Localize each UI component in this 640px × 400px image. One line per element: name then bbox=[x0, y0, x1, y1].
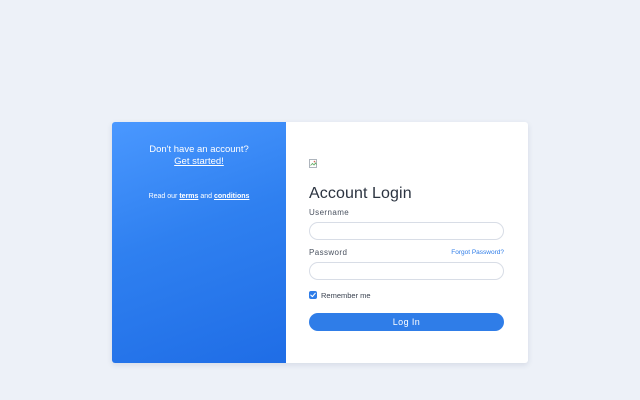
forgot-password-link[interactable]: Forgot Password? bbox=[451, 248, 504, 258]
checkmark-icon bbox=[310, 292, 316, 298]
signup-link-row: Get started! bbox=[112, 156, 286, 168]
signup-prompt: Don't have an account? bbox=[149, 144, 249, 155]
broken-image-icon bbox=[309, 155, 318, 168]
login-card: Don't have an account? Get started! Read… bbox=[112, 122, 528, 363]
conditions-link[interactable]: conditions bbox=[214, 193, 249, 200]
remember-me-checkbox[interactable] bbox=[309, 291, 317, 299]
remember-me-row: Remember me bbox=[309, 290, 371, 300]
login-form: Account Login Username Password Forgot P… bbox=[286, 122, 528, 363]
username-input[interactable] bbox=[309, 222, 504, 240]
login-button[interactable]: Log In bbox=[309, 313, 504, 331]
signup-panel: Don't have an account? Get started! Read… bbox=[112, 122, 286, 363]
terms-line: Read our terms and conditions bbox=[112, 192, 286, 202]
password-label: Password bbox=[309, 248, 348, 257]
terms-prefix: Read our bbox=[148, 193, 180, 200]
terms-link[interactable]: terms bbox=[179, 193, 198, 200]
page-title: Account Login bbox=[309, 185, 412, 202]
get-started-link[interactable]: Get started! bbox=[174, 156, 224, 167]
remember-me-label: Remember me bbox=[321, 290, 371, 300]
terms-and: and bbox=[198, 193, 214, 200]
password-input[interactable] bbox=[309, 262, 504, 280]
username-label: Username bbox=[309, 208, 350, 217]
